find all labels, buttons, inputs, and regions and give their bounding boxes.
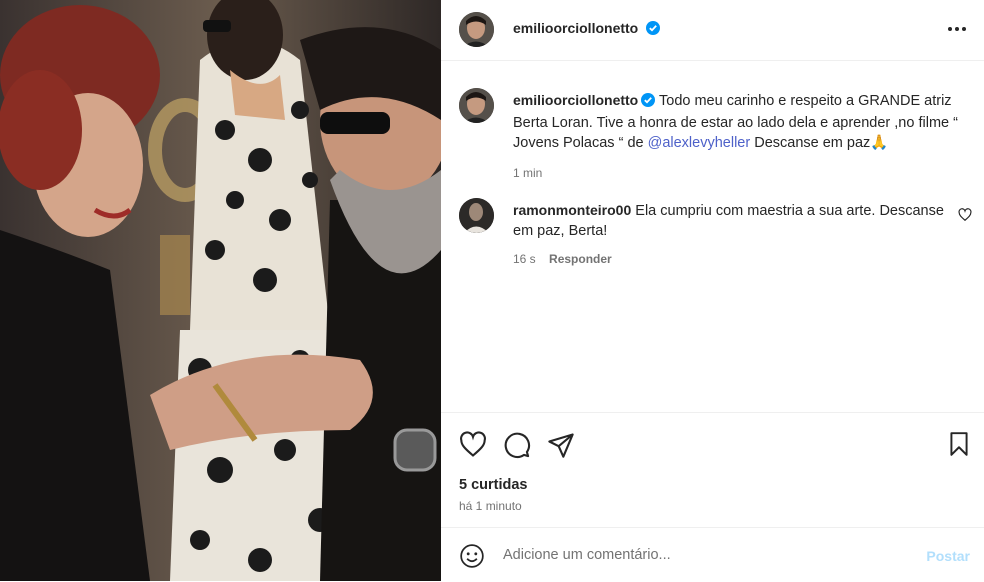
post-image [0,0,441,581]
comment-icon[interactable] [503,431,531,464]
verified-badge-icon [641,93,656,113]
verified-badge-icon [645,21,660,40]
caption-username[interactable]: emilioorciollonetto [513,92,638,108]
commenter-avatar[interactable] [459,198,494,233]
likes-count[interactable]: 5 curtidas [459,477,528,493]
caption-text-end: Descanse em paz [750,135,871,151]
post-details-panel: emilioorciollonetto emilioorciollonetto … [441,0,984,581]
comment-input[interactable] [501,542,895,568]
post-photo[interactable] [0,0,441,581]
comment-like-heart-icon[interactable] [958,208,972,227]
post-caption: emilioorciollonetto Todo meu carinho e r… [513,90,973,183]
more-horizontal-icon[interactable] [946,18,968,45]
post-comment-button[interactable]: Postar [926,548,970,564]
comment-composer: Postar [441,527,984,582]
praying-hands-emoji: 🙏 [870,135,889,151]
heart-icon[interactable] [459,431,487,464]
caption-mention-link[interactable]: @alexlevyheller [648,135,751,151]
comment-time: 16 s [513,252,536,266]
commenter-username[interactable]: ramonmonteiro00 [513,202,631,218]
comment-item: ramonmonteiro00 Ela cumpriu com maestria… [513,200,953,269]
post-actions: 5 curtidas há 1 minuto [441,412,984,528]
post-header: emilioorciollonetto [441,0,984,61]
author-avatar[interactable] [459,12,494,47]
author-username[interactable]: emilioorciollonetto [513,20,638,36]
posted-time: há 1 minuto [459,499,522,513]
caption-time: 1 min [513,166,543,180]
share-icon[interactable] [547,431,575,464]
caption-avatar[interactable] [459,88,494,123]
bookmark-icon[interactable] [946,431,972,462]
emoji-icon[interactable] [459,543,485,574]
reply-button[interactable]: Responder [549,252,612,266]
